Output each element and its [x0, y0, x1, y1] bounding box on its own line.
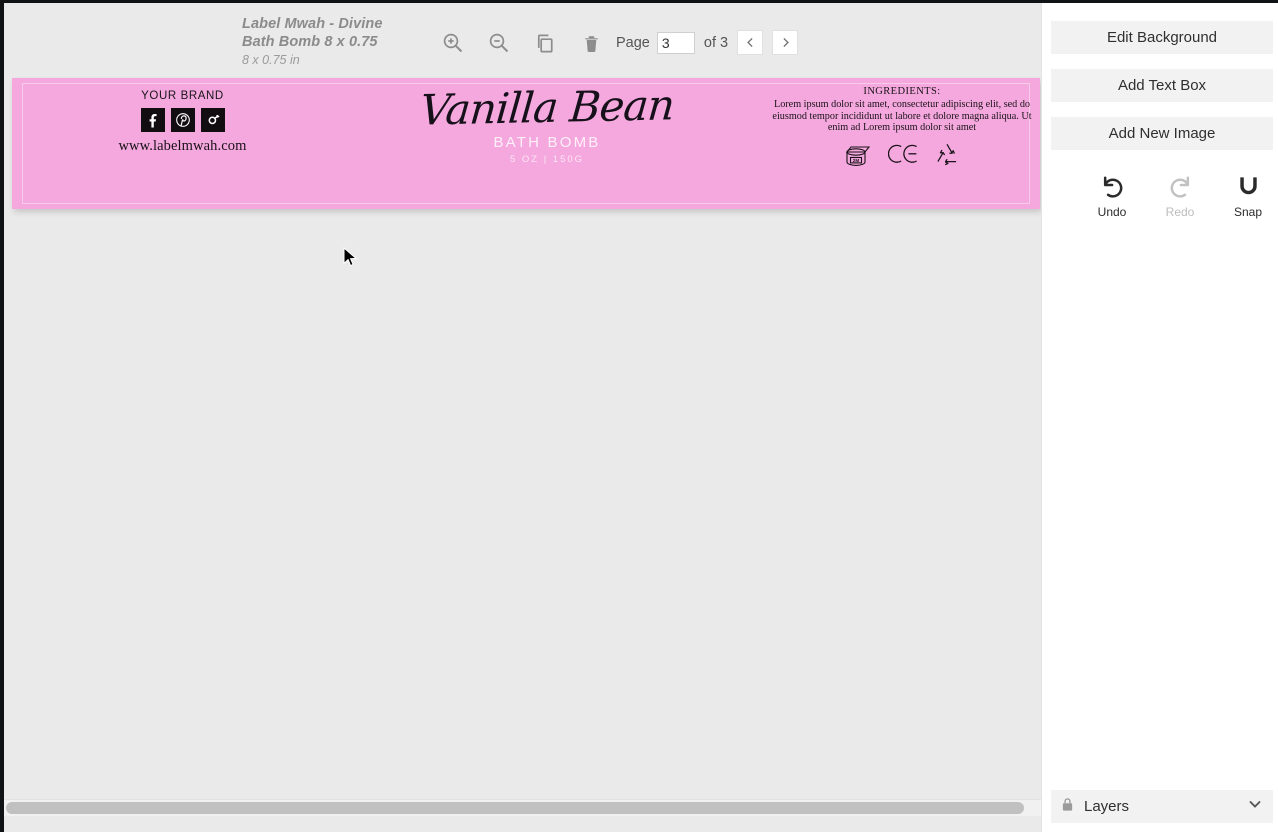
previous-page-button[interactable]	[737, 30, 764, 55]
svg-text:2M: 2M	[853, 158, 860, 163]
undo-label: Undo	[1097, 205, 1127, 219]
snap-label: Snap	[1233, 205, 1263, 219]
delete-icon	[580, 32, 603, 55]
ingredients-block[interactable]: INGREDIENTS: Lorem ipsum dolor sit amet,…	[764, 86, 1040, 167]
ce-mark-icon	[888, 141, 920, 167]
product-block[interactable]: Vanilla Bean BATH BOMB 5 OZ | 150G	[402, 80, 692, 165]
layers-panel-toggle[interactable]: Layers	[1051, 790, 1273, 823]
page-label: Page	[616, 34, 650, 51]
edit-background-button[interactable]: Edit Background	[1051, 21, 1273, 54]
redo-label: Redo	[1165, 205, 1195, 219]
delete-button[interactable]	[574, 27, 608, 59]
brand-url-text: www.labelmwah.com	[118, 138, 247, 154]
pinterest-icon[interactable]	[170, 108, 195, 132]
zoom-out-icon	[487, 31, 511, 55]
ingredients-title: INGREDIENTS:	[863, 86, 941, 97]
instagram-icon[interactable]	[200, 108, 225, 132]
zoom-in-button[interactable]	[436, 27, 470, 59]
redo-button[interactable]: Redo	[1158, 173, 1202, 219]
facebook-icon[interactable]	[140, 108, 165, 132]
social-icon-row	[110, 108, 255, 132]
chevron-down-icon	[1247, 796, 1263, 817]
add-new-image-button[interactable]: Add New Image	[1051, 117, 1273, 150]
brand-block[interactable]: YOUR BRAND www.labelmwah.com	[110, 90, 255, 155]
recycling-icon	[932, 141, 962, 167]
page-total-label: of 3	[703, 34, 729, 51]
horizontal-scrollbar-thumb[interactable]	[6, 802, 1024, 814]
duplicate-button[interactable]	[528, 27, 562, 59]
horizontal-scrollbar-track[interactable]	[4, 799, 1041, 817]
layers-label: Layers	[1084, 798, 1130, 815]
document-title: Label Mwah - Divine Bath Bomb 8 x 0.75	[242, 16, 383, 50]
product-weight-text: 5 OZ | 150G	[509, 154, 585, 165]
chevron-left-icon	[744, 36, 757, 49]
app-root: Label Mwah - Divine Bath Bomb 8 x 0.75 8…	[0, 0, 1278, 832]
editor-region: Label Mwah - Divine Bath Bomb 8 x 0.75 8…	[4, 3, 1041, 832]
product-type-text: BATH BOMB	[493, 134, 601, 151]
brand-name-text: YOUR BRAND	[141, 90, 224, 102]
tools-panel: Edit Background Add Text Box Add New Ima…	[1041, 3, 1278, 832]
page-number-input[interactable]	[656, 31, 695, 54]
editor-toolbar: Label Mwah - Divine Bath Bomb 8 x 0.75 8…	[4, 3, 1041, 78]
document-dimensions: 8 x 0.75 in	[242, 53, 300, 67]
snap-button[interactable]: Snap	[1226, 173, 1270, 219]
page-navigation: Page of 3	[616, 30, 799, 55]
undo-icon	[1099, 173, 1126, 200]
undo-button[interactable]: Undo	[1090, 173, 1134, 219]
history-action-row: Undo Redo Snap	[1090, 173, 1270, 219]
ingredients-body: Lorem ipsum dolor sit amet, consectetur …	[772, 99, 1032, 134]
zoom-in-icon	[441, 31, 465, 55]
duplicate-icon	[534, 32, 557, 55]
redo-icon	[1167, 173, 1194, 200]
toolbar-icon-group	[436, 27, 608, 59]
zoom-out-button[interactable]	[482, 27, 516, 59]
label-artwork[interactable]: YOUR BRAND www.labelmwah.com Vanilla Bea…	[12, 78, 1040, 209]
chevron-right-icon	[779, 36, 792, 49]
design-canvas[interactable]: YOUR BRAND www.labelmwah.com Vanilla Bea…	[4, 77, 1041, 799]
product-name-script: Vanilla Bean	[418, 80, 676, 135]
editor-footer	[4, 816, 1041, 832]
snap-magnet-icon	[1235, 173, 1262, 200]
add-text-box-button[interactable]: Add Text Box	[1051, 69, 1273, 102]
compliance-symbol-row: 2M	[764, 141, 1040, 167]
lock-icon	[1061, 797, 1074, 817]
next-page-button[interactable]	[772, 30, 799, 55]
period-after-opening-icon: 2M	[842, 141, 876, 167]
